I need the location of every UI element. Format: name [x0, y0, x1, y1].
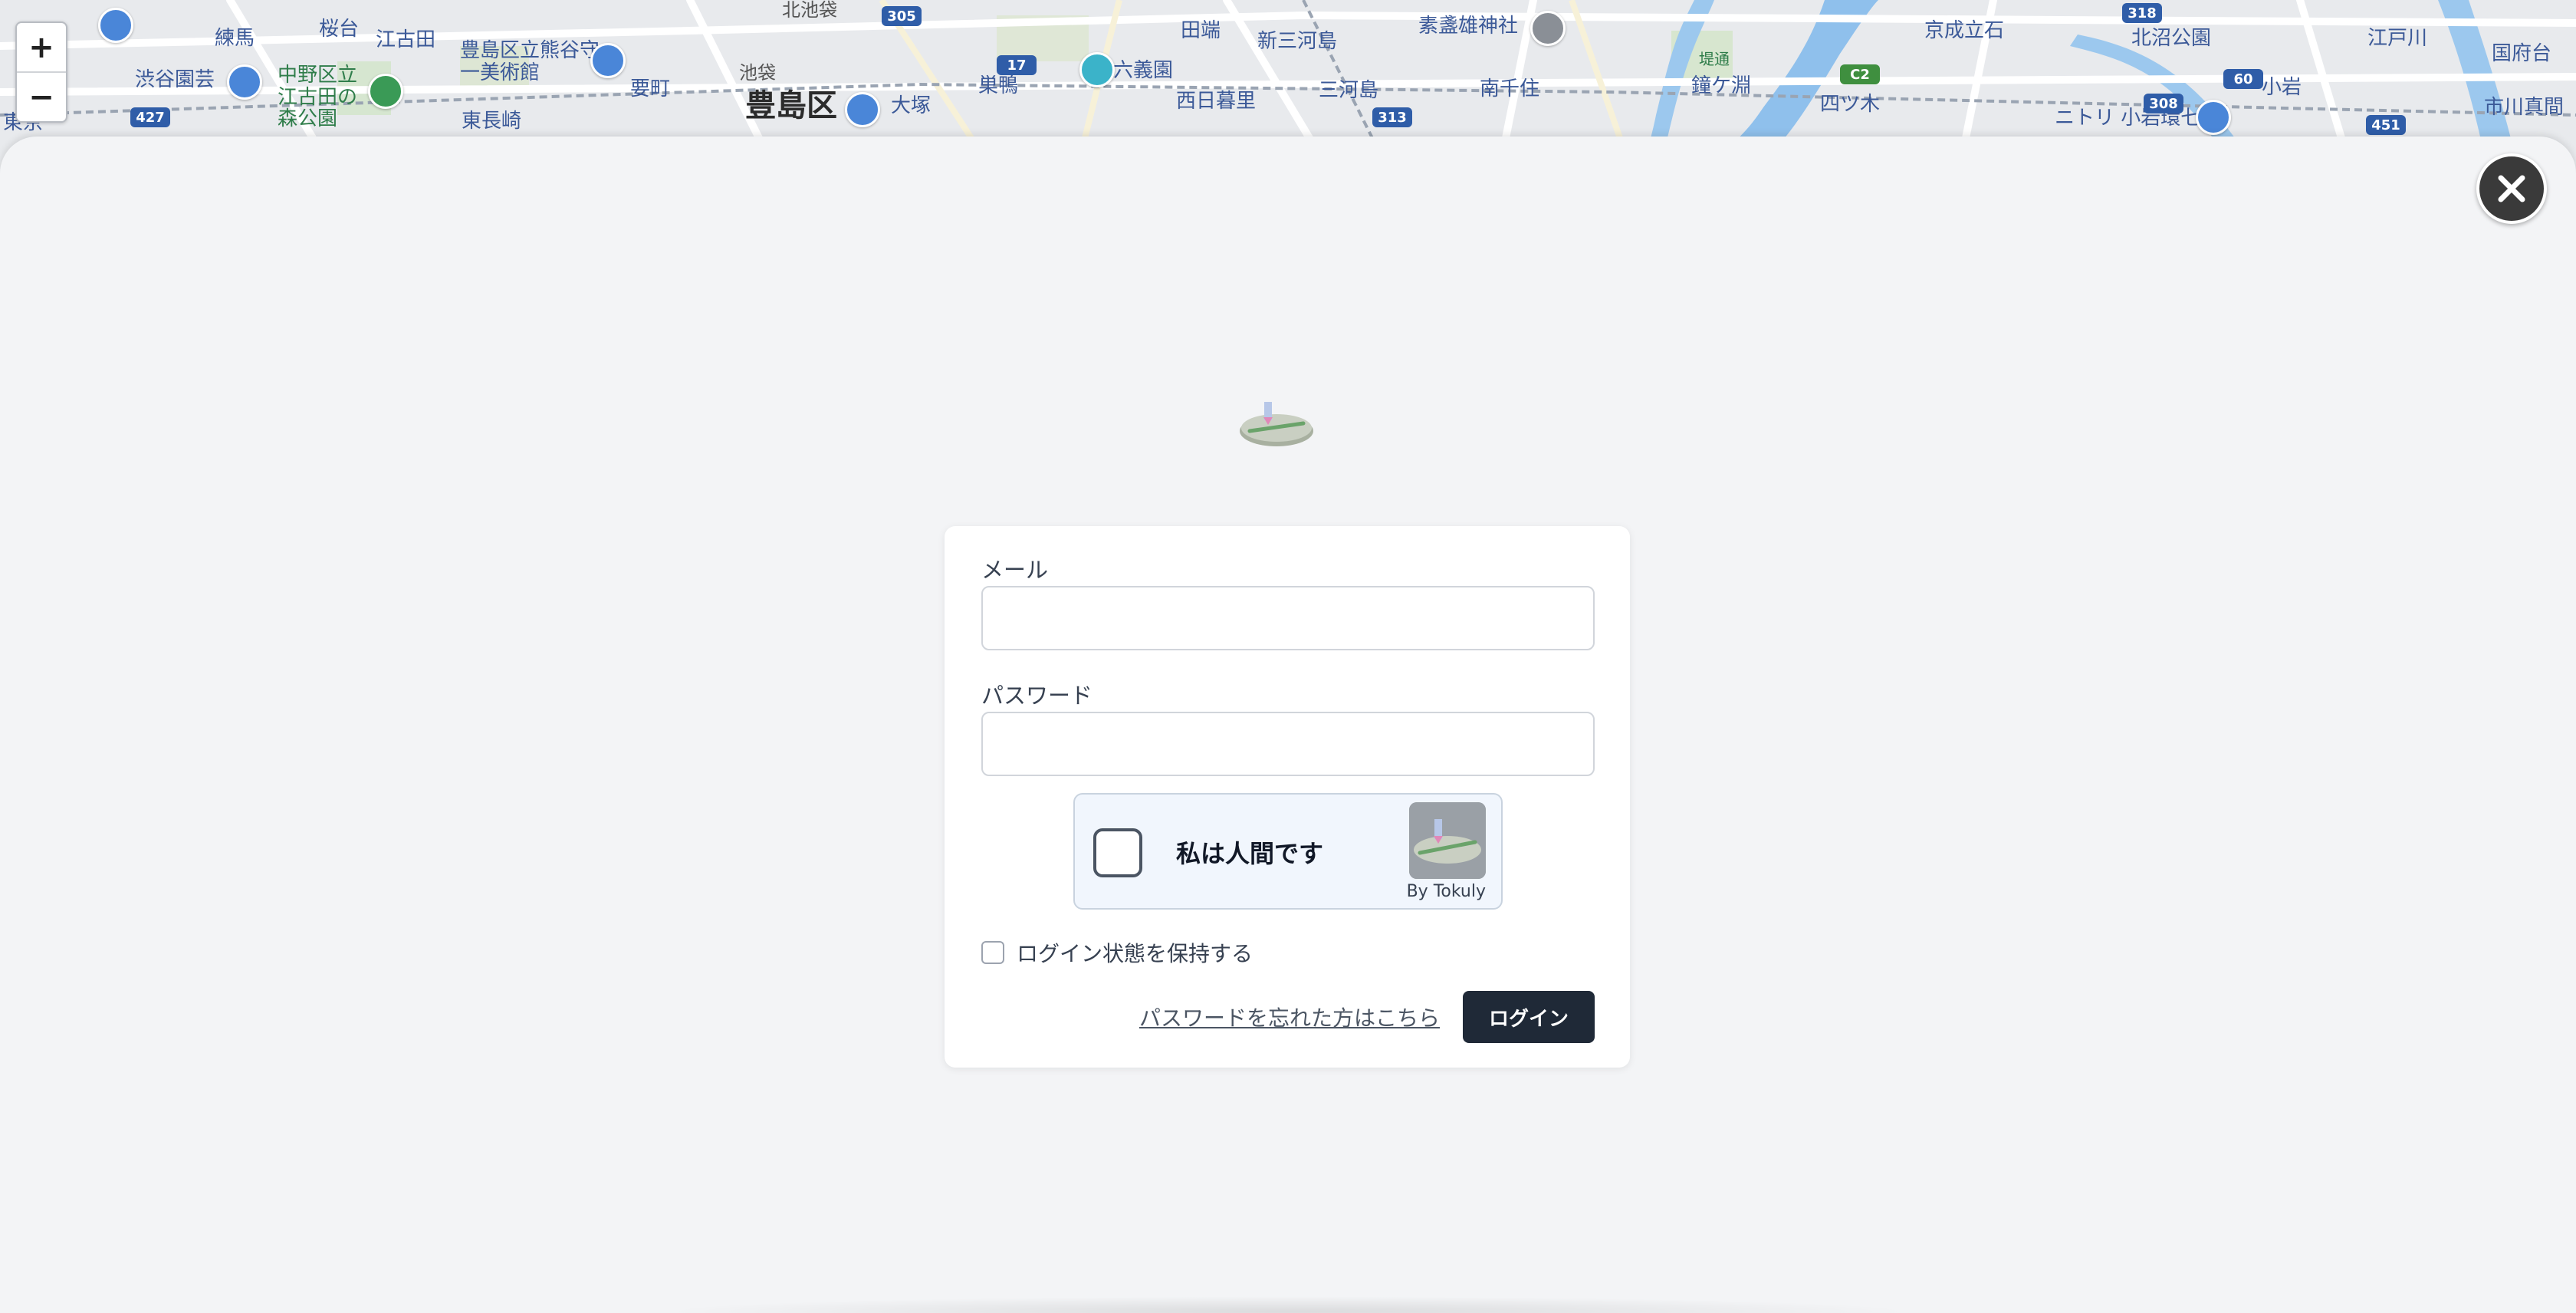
shrine-marker-icon[interactable] [1530, 11, 1566, 46]
map-label: 小岩 [2262, 76, 2302, 99]
close-button[interactable] [2476, 153, 2547, 224]
route-shield: 60 [2223, 69, 2263, 89]
map-label: 池袋 [739, 62, 776, 84]
place-marker-icon[interactable] [1079, 52, 1115, 87]
map-label: 京成立石 [1924, 19, 2005, 42]
password-field[interactable] [981, 712, 1595, 776]
map-label: 要町 [630, 77, 671, 100]
route-shield: 451 [2366, 115, 2406, 135]
map-label: 大塚 [891, 94, 932, 117]
map-label: 堤通 [1699, 50, 1730, 68]
map-label: 北沼公園 [2131, 27, 2212, 50]
map-label: 田端 [1181, 19, 1221, 42]
garden-marker-icon[interactable] [227, 64, 262, 100]
captcha-label: 私は人間です [1176, 839, 1324, 868]
close-icon [2498, 175, 2525, 202]
map-label: 江戸川 [2367, 27, 2428, 50]
page: 北池袋 305 318 練馬 桜台 江古田 豊島区立熊谷守一美術館 田端 新三河… [0, 0, 2576, 1313]
captcha-brand: By Tokuly [1406, 882, 1486, 901]
map-label: 鐘ケ淵 [1691, 74, 1752, 97]
remember-me-row[interactable]: ログイン状態を保持する [981, 937, 1253, 968]
remember-me-label[interactable]: ログイン状態を保持する [1017, 937, 1253, 968]
route-shield: 313 [1372, 107, 1412, 127]
map-label: 中野区立江古田の森公園 [278, 64, 358, 131]
bottom-shadow [659, 1296, 1917, 1313]
map-label: 六義園 [1113, 59, 1174, 82]
zoom-in-button[interactable]: + [17, 23, 66, 73]
shopping-marker-icon[interactable] [845, 92, 880, 127]
captcha-checkbox[interactable] [1093, 828, 1142, 877]
map-label: 豊島区 [745, 88, 837, 123]
map-label: 渋谷園芸 [135, 68, 215, 91]
map-label: 北池袋 [782, 0, 837, 21]
remember-me-checkbox[interactable] [981, 941, 1004, 964]
route-shield: 318 [2122, 3, 2162, 23]
map-label: 国府台 [2492, 42, 2552, 65]
email-label: メール [981, 557, 1049, 583]
route-shield: 17 [997, 55, 1037, 75]
map-label: 江古田 [376, 28, 436, 51]
map-label: 巣鴨 [978, 74, 1019, 97]
museum-marker-icon[interactable] [590, 43, 626, 78]
map-zoom-control: + − [15, 21, 67, 123]
login-card: メール パスワード 私は人間です By Tokuly ログイン状態を保持する パ… [945, 526, 1630, 1068]
map-label: 桜台 [319, 18, 360, 41]
map-label: 素盞雄神社 [1418, 15, 1519, 38]
route-shield: 427 [130, 107, 170, 127]
museum-marker-icon[interactable] [98, 8, 133, 43]
map-label: 東長崎 [462, 110, 522, 133]
route-shield: 305 [882, 6, 922, 26]
map-label: 西日暮里 [1176, 90, 1257, 113]
zoom-out-button[interactable]: − [17, 73, 66, 121]
map-label: 練馬 [215, 27, 255, 50]
email-field[interactable] [981, 586, 1595, 650]
park-marker-icon[interactable] [368, 74, 403, 109]
map-label: 南千住 [1480, 77, 1540, 100]
login-button[interactable]: ログイン [1463, 991, 1595, 1043]
route-shield: 308 [2144, 94, 2183, 114]
forgot-password-link[interactable]: パスワードを忘れた方はこちら [1139, 1002, 1440, 1032]
password-label: パスワード [981, 683, 1093, 709]
map-view[interactable]: 北池袋 305 318 練馬 桜台 江古田 豊島区立熊谷守一美術館 田端 新三河… [0, 0, 2576, 153]
map-label: 市川真間 [2484, 96, 2564, 119]
map-label: 四ツ木 [1820, 93, 1881, 116]
captcha-logo-icon [1409, 802, 1486, 879]
shopping-marker-icon[interactable] [2196, 100, 2231, 135]
map-label: 三河島 [1319, 79, 1379, 102]
route-shield: C2 [1840, 64, 1880, 84]
map-label: 新三河島 [1257, 30, 1338, 53]
captcha-widget: 私は人間です By Tokuly [1073, 793, 1503, 910]
login-modal-sheet: メール パスワード 私は人間です By Tokuly ログイン状態を保持する パ… [0, 137, 2576, 1313]
app-logo-icon [1240, 402, 1313, 446]
